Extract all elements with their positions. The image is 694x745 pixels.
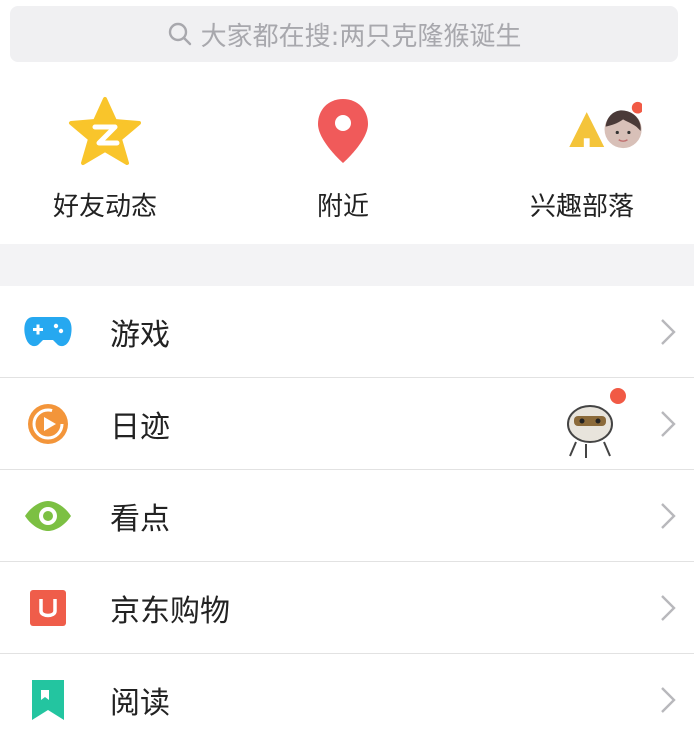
quick-action-friends-feed[interactable]: 好友动态 [0,76,215,244]
bookmark-icon [22,674,74,726]
list-item-label: 看点 [110,501,170,537]
list-item-label: 京东购物 [110,593,230,629]
section-divider [0,244,694,286]
list-item-games[interactable]: 游戏 [0,286,694,378]
list-item-label: 游戏 [110,317,170,353]
list-item-label: 日迹 [110,409,170,445]
quick-action-label: 附近 [316,192,369,222]
chevron-right-icon [661,502,676,529]
jd-shopping-icon [22,582,74,634]
quick-actions: 好友动态 附近 兴趣部落 [0,76,694,244]
qzone-star-icon [45,76,165,186]
list-item-kandian[interactable]: 看点 [0,470,694,562]
list-item-daily-trace[interactable]: 日迹 [0,378,694,470]
tribe-tent-icon [522,76,642,186]
quick-action-nearby[interactable]: 附近 [233,76,453,244]
search-icon [168,22,191,46]
eye-icon [22,490,74,542]
chevron-right-icon [661,594,676,621]
chevron-right-icon [661,410,676,437]
chevron-right-icon [661,318,676,345]
gamepad-icon [22,306,74,358]
list-item-reading[interactable]: 阅读 [0,654,694,745]
service-list: 游戏 日迹 看点 京东购物 阅读 [0,286,694,745]
location-pin-icon [283,76,403,186]
search-placeholder: 大家都在搜:两只克隆猴诞生 [200,21,522,52]
quick-action-label: 好友动态 [52,192,157,222]
mascot-avatar [560,386,632,462]
search-input[interactable]: 大家都在搜:两只克隆猴诞生 [10,6,678,62]
list-item-jd-shopping[interactable]: 京东购物 [0,562,694,654]
daily-trace-icon [22,398,74,450]
search-area: 大家都在搜:两只克隆猴诞生 [0,0,694,76]
list-item-label: 阅读 [110,685,170,721]
quick-action-label: 兴趣部落 [529,192,634,222]
quick-action-interest-tribe[interactable]: 兴趣部落 [472,76,692,244]
chevron-right-icon [661,686,676,713]
